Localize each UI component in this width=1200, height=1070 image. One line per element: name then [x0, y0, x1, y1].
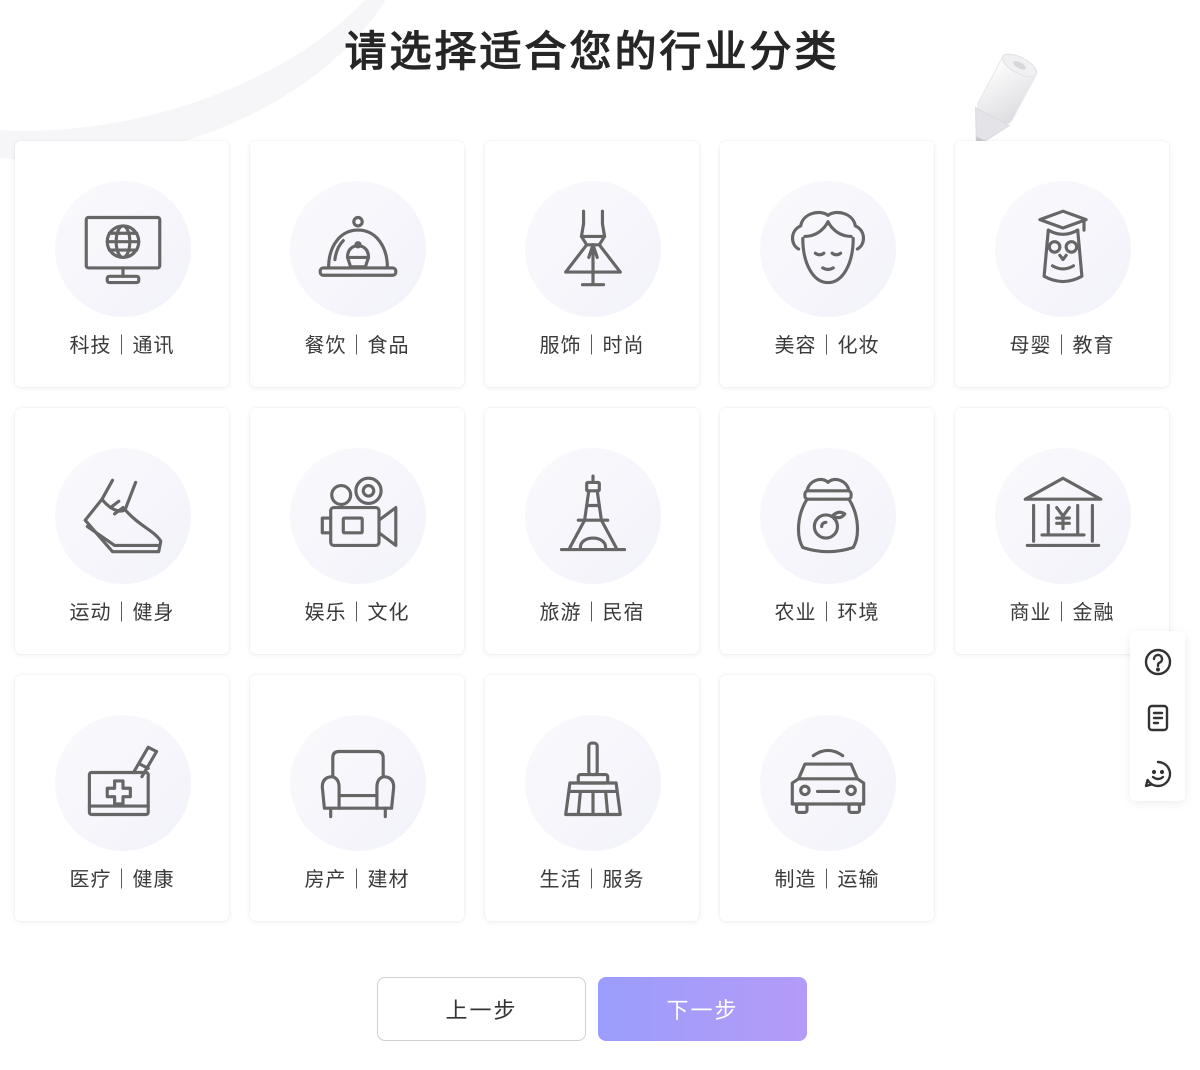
category-label: 服饰｜时尚 — [539, 333, 645, 357]
category-label: 农业｜环境 — [774, 600, 880, 624]
category-card[interactable]: 制造｜运输 — [720, 675, 934, 921]
category-label: 娱乐｜文化 — [304, 600, 410, 624]
category-label: 生活｜服务 — [539, 867, 645, 891]
category-card[interactable]: 房产｜建材 — [250, 675, 464, 921]
help-circle-icon[interactable] — [1143, 647, 1173, 677]
video-camera-icon — [320, 476, 398, 547]
category-label: 商业｜金融 — [1009, 600, 1115, 624]
category-card[interactable]: 美容｜化妆 — [720, 141, 934, 387]
graduate-owl-icon — [1038, 209, 1088, 284]
smiley-icon[interactable] — [1143, 759, 1173, 789]
category-label: 制造｜运输 — [774, 867, 880, 891]
sneaker-icon — [83, 478, 163, 554]
category-card[interactable]: 餐饮｜食品 — [250, 141, 464, 387]
category-card[interactable]: 科技｜通讯 — [15, 141, 229, 387]
category-label: 旅游｜民宿 — [539, 600, 645, 624]
category-card[interactable]: 农业｜环境 — [720, 408, 934, 654]
dress-mannequin-icon — [564, 209, 622, 287]
prev-step-button[interactable]: 上一步 — [377, 977, 586, 1041]
eiffel-tower-icon — [559, 474, 627, 552]
broom-icon — [564, 741, 622, 817]
category-card[interactable]: 母婴｜教育 — [955, 141, 1169, 387]
category-grid: 科技｜通讯 餐饮｜食品 服饰｜时尚 美容｜化妆 母婴｜教育 运动｜健身 娱乐｜文… — [15, 141, 1169, 921]
category-card[interactable]: 运动｜健身 — [15, 408, 229, 654]
category-card[interactable]: 娱乐｜文化 — [250, 408, 464, 654]
medical-kit-icon — [87, 745, 159, 817]
armchair-icon — [320, 749, 396, 819]
document-icon[interactable] — [1143, 703, 1173, 733]
category-label: 美容｜化妆 — [774, 333, 880, 357]
bank-yuan-icon — [1023, 476, 1103, 547]
category-card[interactable]: 服饰｜时尚 — [485, 141, 699, 387]
category-card[interactable]: 商业｜金融 — [955, 408, 1169, 654]
next-step-button[interactable]: 下一步 — [598, 977, 807, 1041]
category-label: 医疗｜健康 — [69, 867, 175, 891]
category-label: 母婴｜教育 — [1009, 333, 1115, 357]
woman-face-icon — [790, 211, 866, 285]
food-cloche-icon — [318, 215, 398, 277]
produce-sack-icon — [797, 477, 859, 554]
car-icon — [790, 748, 866, 814]
category-label: 运动｜健身 — [69, 600, 175, 624]
category-label: 房产｜建材 — [304, 867, 410, 891]
side-toolbar — [1130, 631, 1185, 801]
category-label: 科技｜通讯 — [69, 333, 175, 357]
category-label: 餐饮｜食品 — [304, 333, 410, 357]
monitor-globe-icon — [84, 215, 162, 285]
category-card[interactable]: 生活｜服务 — [485, 675, 699, 921]
category-card[interactable]: 旅游｜民宿 — [485, 408, 699, 654]
category-card[interactable]: 医疗｜健康 — [15, 675, 229, 921]
